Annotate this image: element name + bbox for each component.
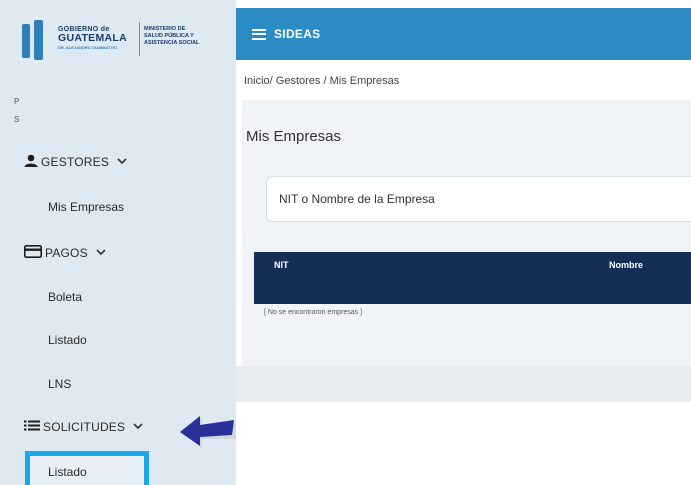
empty-table-message: [ No se encontraron empresas ] [264,309,363,316]
companies-table: NIT Nombre [254,252,691,304]
sidebar-item-boleta[interactable]: Boleta [48,290,82,304]
app-brand[interactable]: SIDEAS [274,27,320,41]
user-icon [24,154,38,170]
flag-icon [22,20,52,60]
column-header-nombre[interactable]: Nombre [609,260,643,270]
ministry-text: MINISTERIO DE SALUD PÚBLICA Y ASISTENCIA… [144,26,200,46]
sidebar-item-listado-pagos[interactable]: Listado [48,333,87,347]
column-header-nit[interactable]: NIT [274,260,289,270]
highlighted-item-box [25,451,149,485]
sidebar-tiny-text-1: P [14,97,20,106]
sidebar-item-lns[interactable]: LNS [48,377,71,391]
government-logo: GOBIERNO de GUATEMALA DR. ALEJANDRO GIAM… [14,14,226,66]
breadcrumb: Inicio/ Gestores / Mis Empresas [244,75,400,87]
content-panel: Mis Empresas NIT Nombre [ No se encontra… [242,100,691,400]
nav-section-label: PAGOS [45,246,88,260]
chevron-down-icon [96,247,106,259]
chevron-down-icon [117,156,127,168]
top-navigation-bar: SIDEAS [236,8,691,60]
footer-band [236,366,691,402]
nav-section-label: GESTORES [41,155,110,169]
search-field[interactable] [266,176,691,222]
page-title: Mis Empresas [246,128,342,145]
sidebar-item-mis-empresas[interactable]: Mis Empresas [48,200,124,214]
hamburger-menu-icon[interactable] [252,28,266,40]
chevron-down-icon [133,421,143,433]
nav-section-solicitudes[interactable]: SOLICITUDES [24,420,143,434]
nav-section-pagos[interactable]: PAGOS [24,245,106,261]
main-content: Inicio/ Gestores / Mis Empresas Mis Empr… [236,60,691,485]
list-icon [24,420,40,434]
logo-line3: DR. ALEJANDRO GIAMMATTEI [58,44,117,50]
card-icon [24,245,42,261]
pointer-arrow-icon [176,406,240,448]
table-header: NIT Nombre [254,252,691,304]
nav-section-label: SOLICITUDES [43,420,126,434]
sidebar-tiny-text-2: S [14,115,20,124]
nav-section-gestores[interactable]: GESTORES [24,154,127,170]
logo-divider [139,22,140,56]
search-input[interactable] [267,177,691,221]
logo-line2: GUATEMALA [58,32,127,44]
sidebar-item-listado-solicitudes[interactable]: Listado [48,465,87,479]
